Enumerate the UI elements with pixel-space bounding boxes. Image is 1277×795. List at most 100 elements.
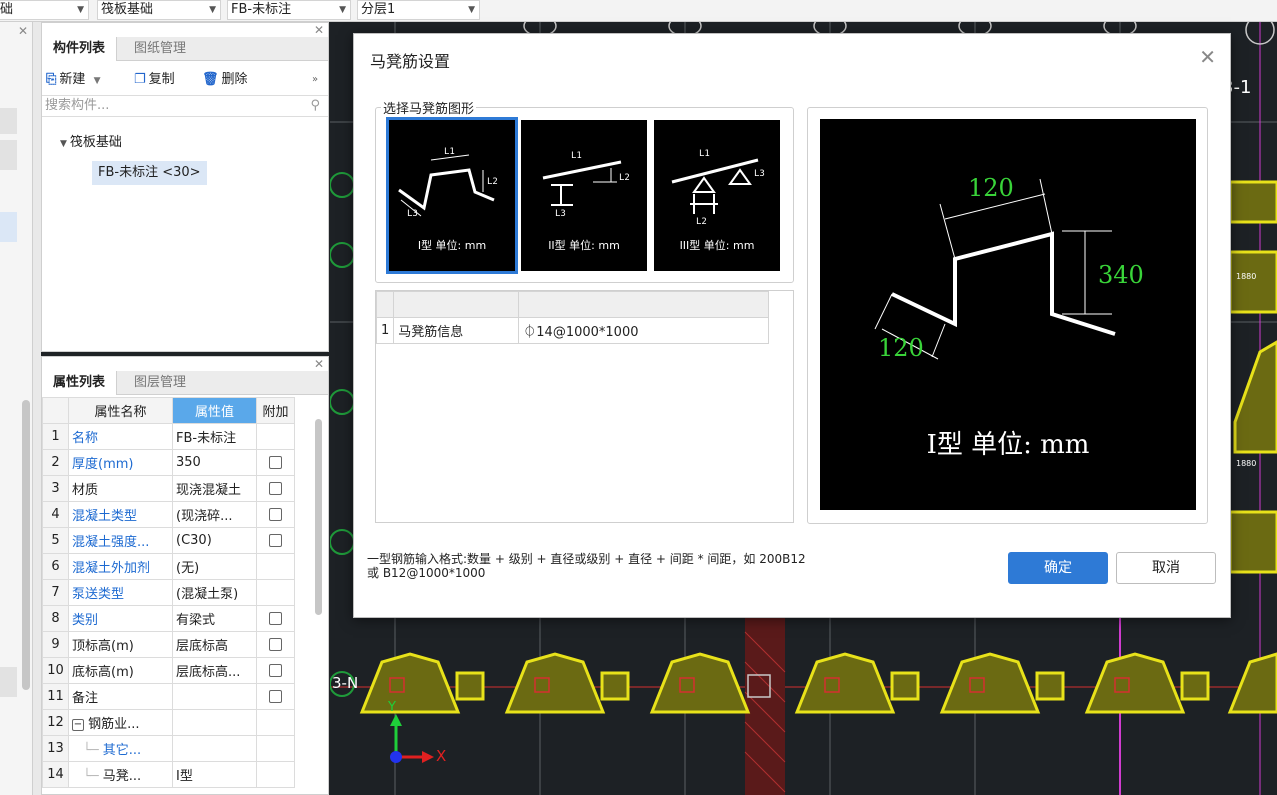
header-extra: 附加 — [256, 397, 295, 424]
close-icon[interactable]: ✕ — [314, 23, 324, 37]
scrollbar[interactable] — [22, 400, 30, 690]
svg-text:L3: L3 — [754, 169, 765, 179]
row-extra — [256, 761, 295, 788]
stool-info-value[interactable]: ⏀14@1000*1000 — [518, 317, 770, 344]
table-row[interactable]: 2 厚度(mm) 350 — [42, 449, 295, 476]
shape-option-type-1[interactable]: L1 L2 L3 I型 单位: mm — [386, 117, 518, 274]
close-icon[interactable]: ✕ — [314, 357, 324, 371]
table-row[interactable]: 1 马凳筋信息 ⏀14@1000*1000 — [375, 317, 770, 344]
tab-drawing-management[interactable]: 图纸管理 — [123, 37, 197, 61]
shape-caption: II型 单位: mm — [548, 239, 620, 252]
dim-right: 340 — [1098, 261, 1144, 289]
splitter[interactable] — [33, 22, 41, 795]
extra-checkbox[interactable] — [269, 690, 282, 703]
row-value[interactable] — [172, 735, 257, 762]
row-extra — [256, 657, 295, 684]
row-name: 马凳... — [102, 769, 142, 784]
dialog-title: 马凳筋设置 — [370, 52, 451, 71]
extra-checkbox[interactable] — [269, 664, 282, 677]
collapse-icon[interactable]: − — [72, 718, 84, 731]
row-value[interactable] — [172, 709, 257, 736]
row-value[interactable]: (C30) — [172, 527, 257, 554]
row-name: 其它... — [102, 743, 142, 758]
row-value[interactable]: I型 — [172, 761, 257, 788]
y-axis-label: Y — [388, 700, 396, 715]
table-row[interactable]: 9 顶标高(m) 层底标高 — [42, 631, 295, 658]
tab-layer-management[interactable]: 图层管理 — [123, 371, 197, 395]
close-icon[interactable]: ✕ — [1199, 45, 1216, 69]
row-value[interactable]: 有梁式 — [172, 605, 257, 632]
table-row[interactable]: 11 备注 — [42, 683, 295, 710]
row-num: 3 — [42, 475, 69, 502]
table-row[interactable]: 3 材质 现浇混凝土 — [42, 475, 295, 502]
extra-checkbox[interactable] — [269, 456, 282, 469]
header-name: 属性名称 — [68, 397, 173, 424]
cancel-button[interactable]: 取消 — [1116, 552, 1216, 584]
component-list-panel: ✕ 构件列表 图纸管理 ⎘ 新建 ▼ ❐ 复制 🗑 删除 » 搜索构件... ⚲ ▼ 筏… — [41, 22, 329, 352]
close-icon[interactable]: ✕ — [18, 24, 28, 38]
table-row[interactable]: 5 混凝土强度... (C30) — [42, 527, 295, 554]
row-name: 名称 — [68, 423, 173, 450]
tab-component-list[interactable]: 构件列表 — [42, 37, 118, 61]
component-name-combo[interactable]: FB-未标注 ▼ — [227, 0, 351, 20]
table-row[interactable]: 8 类别 有梁式 — [42, 605, 295, 632]
extra-checkbox[interactable] — [269, 612, 282, 625]
delete-button[interactable]: 🗑 删除 — [202, 69, 248, 91]
table-row[interactable]: 1 名称 FB-未标注 — [42, 423, 295, 450]
more-icon[interactable]: » — [312, 69, 318, 91]
row-num: 6 — [42, 553, 69, 580]
table-row[interactable]: 13 └─ 其它... — [42, 735, 295, 762]
row-value[interactable]: 现浇混凝土 — [172, 475, 257, 502]
component-type-combo[interactable]: 筏板基础 ▼ — [97, 0, 221, 20]
strip-item[interactable] — [0, 140, 17, 170]
row-value[interactable] — [172, 683, 257, 710]
expand-icon[interactable]: ▼ — [60, 139, 67, 149]
table-row[interactable]: 6 混凝土外加剂 (无) — [42, 553, 295, 580]
row-value[interactable]: 层底标高... — [172, 657, 257, 684]
layer-combo[interactable]: 分层1 ▼ — [357, 0, 480, 20]
row-value[interactable]: (现浇碎... — [172, 501, 257, 528]
row-name-group: − 钢筋业... — [68, 709, 173, 736]
strip-item-selected[interactable] — [0, 212, 17, 242]
extra-checkbox[interactable] — [269, 508, 282, 521]
x-axis-label: X — [436, 747, 447, 765]
row-value[interactable]: (无) — [172, 553, 257, 580]
copy-button[interactable]: ❐ 复制 — [134, 69, 175, 91]
table-row[interactable]: 14 └─ 马凳... I型 — [42, 761, 295, 788]
table-row[interactable]: 12− 钢筋业... — [42, 709, 295, 736]
row-name: 混凝土外加剂 — [68, 553, 173, 580]
tree-node-raft-foundation[interactable]: ▼ 筏板基础 — [60, 131, 122, 150]
property-scrollbar[interactable] — [315, 419, 322, 615]
search-icon: ⚲ — [310, 98, 320, 113]
svg-text:L2: L2 — [487, 177, 498, 187]
shape-option-type-3[interactable]: L1 L3 L2 III型 单位: mm — [654, 120, 780, 271]
chevron-down-icon[interactable]: ▼ — [94, 76, 101, 86]
row-extra — [256, 605, 295, 632]
tab-property-list[interactable]: 属性列表 — [42, 371, 118, 395]
strip-item[interactable] — [0, 108, 17, 134]
table-row[interactable]: 4 混凝土类型 (现浇碎... — [42, 501, 295, 528]
row-value[interactable]: (混凝土泵) — [172, 579, 257, 606]
extra-checkbox[interactable] — [269, 638, 282, 651]
tree-node-label: 筏板基础 — [69, 135, 122, 150]
row-value[interactable]: 350 — [172, 449, 257, 476]
table-row[interactable]: 7 泵送类型 (混凝土泵) — [42, 579, 295, 606]
floor-combo[interactable]: 础 ▼ — [0, 0, 89, 20]
header-name — [393, 291, 520, 318]
row-value[interactable]: 层底标高 — [172, 631, 257, 658]
strip-item[interactable] — [0, 667, 17, 697]
new-button[interactable]: ⎘ 新建 ▼ — [46, 69, 100, 91]
table-row[interactable]: 10 底标高(m) 层底标高... — [42, 657, 295, 684]
extra-checkbox[interactable] — [269, 482, 282, 495]
axis-label-3n: 3-N — [332, 674, 359, 692]
ok-button[interactable]: 确定 — [1008, 552, 1108, 584]
row-value[interactable]: FB-未标注 — [172, 423, 257, 450]
row-num: 10 — [42, 657, 69, 684]
row-name: 底标高(m) — [68, 657, 173, 684]
search-input[interactable]: 搜索构件... ⚲ — [42, 95, 328, 117]
extra-checkbox[interactable] — [269, 534, 282, 547]
shape-caption: I型 单位: mm — [417, 239, 487, 252]
tree-leaf-fb[interactable]: FB-未标注 <30> — [92, 161, 207, 185]
row-name: 混凝土强度... — [68, 527, 173, 554]
shape-option-type-2[interactable]: L1 L2 L3 II型 单位: mm — [521, 120, 647, 271]
